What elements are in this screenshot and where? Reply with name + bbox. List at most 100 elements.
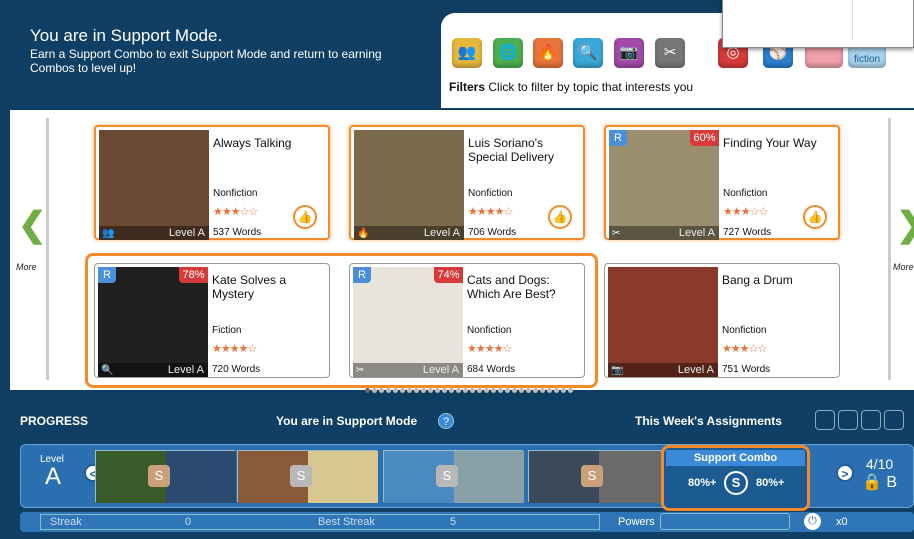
book-level: Level A xyxy=(423,227,460,239)
book-card[interactable]: 🔥 Level A Luis Soriano's Special Delivery N… xyxy=(349,125,585,240)
book-title[interactable]: Luis Soriano's Special Delivery xyxy=(468,136,578,164)
carousel-dot[interactable] xyxy=(491,388,496,393)
next-level-value: B xyxy=(886,474,898,491)
assignment-slot[interactable] xyxy=(884,410,904,430)
book-rating: ★★★★☆ xyxy=(468,206,513,218)
assignment-slot[interactable] xyxy=(838,410,858,430)
category-icon: ✂ xyxy=(612,228,621,239)
flame-icon[interactable]: 🔥 xyxy=(533,38,563,68)
carousel-dot[interactable] xyxy=(540,388,545,393)
carousel-dot[interactable] xyxy=(561,388,566,393)
carousel-dot[interactable] xyxy=(547,388,552,393)
book-level: Level A xyxy=(677,364,714,376)
carousel-dot[interactable] xyxy=(505,388,510,393)
carousel-dot[interactable] xyxy=(393,388,398,393)
people-icon[interactable]: 👥 xyxy=(452,38,482,68)
powers-count: x0 xyxy=(836,516,848,528)
carousel-dot[interactable] xyxy=(456,388,461,393)
carousel-dot[interactable] xyxy=(477,388,482,393)
powers-track xyxy=(660,513,790,530)
book-word-count: 727 Words xyxy=(723,227,772,238)
slot-badge: S xyxy=(148,465,170,487)
more-left-label[interactable]: More xyxy=(16,262,37,272)
support-mode-title: You are in Support Mode. xyxy=(30,26,223,45)
book-cover-image[interactable]: ✂ Level A xyxy=(609,130,719,240)
magnifier-icon[interactable]: 🔍 xyxy=(573,38,603,68)
assignment-slot[interactable] xyxy=(815,410,835,430)
carousel-dot[interactable] xyxy=(554,388,559,393)
category-icon: 🔥 xyxy=(357,228,370,239)
book-level: Level A xyxy=(678,227,715,239)
book-rating: ★★★☆☆ xyxy=(723,206,768,218)
book-cover-image[interactable]: 👥 Level A xyxy=(99,130,209,240)
carousel-dot[interactable] xyxy=(533,388,538,393)
progress-next-button[interactable]: > xyxy=(836,464,854,482)
thumbs-up-icon[interactable]: 👍 xyxy=(548,205,572,229)
carousel-dot[interactable] xyxy=(400,388,405,393)
carousel-dot[interactable] xyxy=(407,388,412,393)
carousel-dot[interactable] xyxy=(484,388,489,393)
slot-badge: S xyxy=(581,465,603,487)
camera-icon[interactable]: 📷 xyxy=(614,38,644,68)
level-value: A xyxy=(45,463,62,490)
more-right-label[interactable]: More xyxy=(893,262,914,272)
category-icon: 👥 xyxy=(102,228,115,239)
book-genre: Nonfiction xyxy=(723,188,768,199)
next-level-count: 4/10 xyxy=(865,456,894,472)
combo-slot[interactable]: S xyxy=(383,450,524,503)
thumbs-up-icon[interactable]: 👍 xyxy=(293,205,317,229)
combo-slot[interactable]: S xyxy=(237,450,378,503)
carousel-dot[interactable] xyxy=(414,388,419,393)
carousel-dot[interactable] xyxy=(365,388,370,393)
book-word-count: 706 Words xyxy=(468,227,517,238)
tools-icon[interactable]: ✂ xyxy=(655,38,685,68)
carousel-dot[interactable] xyxy=(435,388,440,393)
carousel-next-arrow[interactable]: ❯ xyxy=(896,205,914,245)
carousel-dot[interactable] xyxy=(470,388,475,393)
book-cover-image[interactable]: 📷 Level A xyxy=(608,267,718,377)
filters-label-text: Click to filter by topic that interests … xyxy=(488,80,694,94)
slot-badge: S xyxy=(436,465,458,487)
book-title[interactable]: Always Talking xyxy=(213,136,323,150)
carousel-dot[interactable] xyxy=(421,388,426,393)
carousel-dot[interactable] xyxy=(372,388,377,393)
support-s-icon: S xyxy=(724,471,748,495)
combo-slot[interactable]: S xyxy=(528,450,669,503)
carousel-dot[interactable] xyxy=(568,388,573,393)
filters-label: Filters Click to filter by topic that in… xyxy=(449,80,693,94)
carousel-right-divider xyxy=(888,118,891,380)
power-icon[interactable]: ⏻ xyxy=(804,513,821,530)
carousel-dot[interactable] xyxy=(428,388,433,393)
current-level: Level A xyxy=(40,454,64,489)
help-icon[interactable]: ? xyxy=(438,413,454,429)
book-card[interactable]: ✂ Level A R 60% Finding Your Way Nonfiction ★★… xyxy=(604,125,840,240)
carousel-dot[interactable] xyxy=(526,388,531,393)
category-icon: 📷 xyxy=(611,365,624,376)
book-card[interactable]: 📷 Level A Bang a Drum Nonfiction ★★★☆☆ 751 Wo… xyxy=(604,263,840,378)
assignment-slot[interactable] xyxy=(861,410,881,430)
read-badge: R xyxy=(609,130,627,146)
carousel-dot[interactable] xyxy=(449,388,454,393)
carousel-dot[interactable] xyxy=(463,388,468,393)
dropdown-popup xyxy=(722,0,914,48)
carousel-dot[interactable] xyxy=(442,388,447,393)
book-title[interactable]: Bang a Drum xyxy=(722,273,832,287)
globe-icon[interactable]: 🌐 xyxy=(493,38,523,68)
carousel-dots[interactable] xyxy=(365,380,575,393)
carousel-dot[interactable] xyxy=(519,388,524,393)
book-title[interactable]: Finding Your Way xyxy=(723,136,833,150)
streak-label: Streak xyxy=(50,516,82,528)
carousel-dot[interactable] xyxy=(512,388,517,393)
carousel-dot[interactable] xyxy=(498,388,503,393)
book-card[interactable]: 👥 Level A Always Talking Nonfiction ★★★☆☆ 537… xyxy=(94,125,330,240)
book-cover-image[interactable]: 🔥 Level A xyxy=(354,130,464,240)
popup-divider xyxy=(852,0,853,40)
selected-books-frame xyxy=(85,253,598,388)
book-genre: Nonfiction xyxy=(468,188,513,199)
thumbs-up-icon[interactable]: 👍 xyxy=(803,205,827,229)
carousel-dot[interactable] xyxy=(379,388,384,393)
carousel-dot[interactable] xyxy=(386,388,391,393)
combo-slot[interactable]: S xyxy=(95,450,236,503)
book-word-count: 537 Words xyxy=(213,227,262,238)
carousel-prev-arrow[interactable]: ❮ xyxy=(18,205,47,245)
